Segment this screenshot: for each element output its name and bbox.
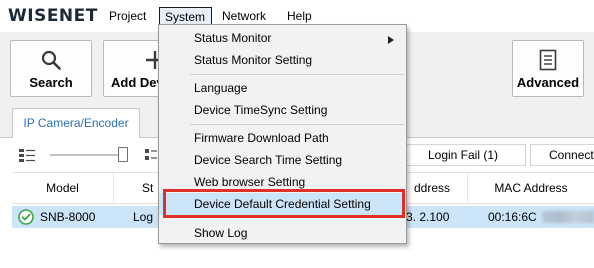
cell-model: SNB-8000 [40,210,96,224]
system-menu-dropdown: Status Monitor Status Monitor Setting La… [158,24,407,244]
menu-item-status-monitor-setting[interactable]: Status Monitor Setting [159,49,406,71]
chevron-right-icon [388,36,394,44]
menu-item-status-monitor[interactable]: Status Monitor [159,27,406,49]
menu-item-show-log[interactable]: Show Log [159,222,406,244]
magnifier-icon [41,50,61,70]
menu-item-firmware-download-path[interactable]: Firmware Download Path [159,127,406,149]
menu-separator [190,124,404,125]
menu-item-language[interactable]: Language [159,77,406,99]
menu-item-device-timesync-setting[interactable]: Device TimeSync Setting [159,99,406,121]
cell-status: Log [133,210,154,224]
zoom-slider-track[interactable] [50,154,128,156]
menu-item-label: Status Monitor [194,31,272,45]
search-button-label: Search [29,75,73,90]
advanced-button-label: Advanced [516,75,580,90]
menu-project[interactable]: Project [104,7,151,27]
document-icon [539,49,557,71]
add-device-button-label: Add Dev [111,75,163,90]
search-button[interactable]: Search [10,40,92,97]
add-device-button[interactable]: Add Dev [103,40,163,97]
zoom-slider-thumb[interactable] [118,147,128,162]
list-view-large-icon[interactable] [144,148,158,162]
app-logo: WISENET [8,6,98,26]
menu-item-device-search-time-setting[interactable]: Device Search Time Setting [159,149,406,171]
highlight-annotation-box [163,189,405,218]
column-header-mac-address[interactable]: MAC Address [468,173,594,204]
menu-separator [190,74,404,75]
cell-ip-address: 3. 2.100 [406,210,450,224]
cell-mac-address: 00:16:6C [488,210,537,224]
advanced-button[interactable]: Advanced [512,40,584,97]
column-header-ip-address[interactable]: ddress [406,173,468,204]
mac-address-redaction [542,211,594,223]
column-header-model[interactable]: Model [12,173,114,204]
login-fail-filter[interactable]: Login Fail (1) [400,144,526,166]
connect-filter[interactable]: Connect [530,144,594,166]
check-circle-icon [18,209,34,225]
tab-ip-camera-encoder[interactable]: IP Camera/Encoder [12,108,140,138]
list-view-small-icon[interactable] [18,148,36,162]
